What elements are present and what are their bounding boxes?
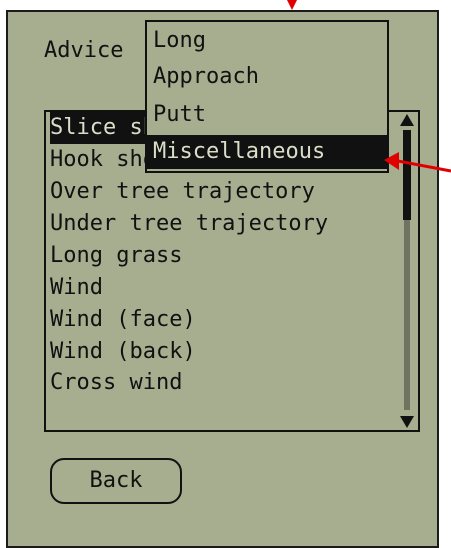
list-item[interactable]: Cross wind	[50, 368, 400, 390]
dropdown-item-putt[interactable]: Putt	[153, 98, 206, 132]
dropdown-item-miscellaneous[interactable]: Miscellaneous	[147, 135, 387, 169]
triangle-up-icon[interactable]	[400, 114, 414, 126]
scroll-thumb[interactable]	[403, 130, 411, 220]
list-item[interactable]: Over tree trajectory	[50, 176, 400, 208]
red-arrow-icon	[287, 0, 297, 10]
list-item[interactable]: Under tree trajectory	[50, 208, 400, 240]
dropdown-item-long[interactable]: Long	[153, 24, 206, 58]
screen: Advice Slice shot Hook shot Over tree tr…	[0, 0, 451, 548]
category-dropdown[interactable]: Long Approach Putt Miscellaneous	[145, 20, 389, 173]
list-item[interactable]: Wind (back)	[50, 336, 400, 368]
dropdown-item-approach[interactable]: Approach	[153, 60, 259, 94]
list-item[interactable]: Wind (face)	[50, 304, 400, 336]
advice-title: Advice	[44, 38, 124, 63]
list-scrollbar[interactable]	[398, 114, 416, 428]
back-button[interactable]: Back	[50, 458, 182, 504]
triangle-down-icon[interactable]	[400, 416, 414, 428]
list-item[interactable]: Wind	[50, 272, 400, 304]
list-item[interactable]: Long grass	[50, 240, 400, 272]
